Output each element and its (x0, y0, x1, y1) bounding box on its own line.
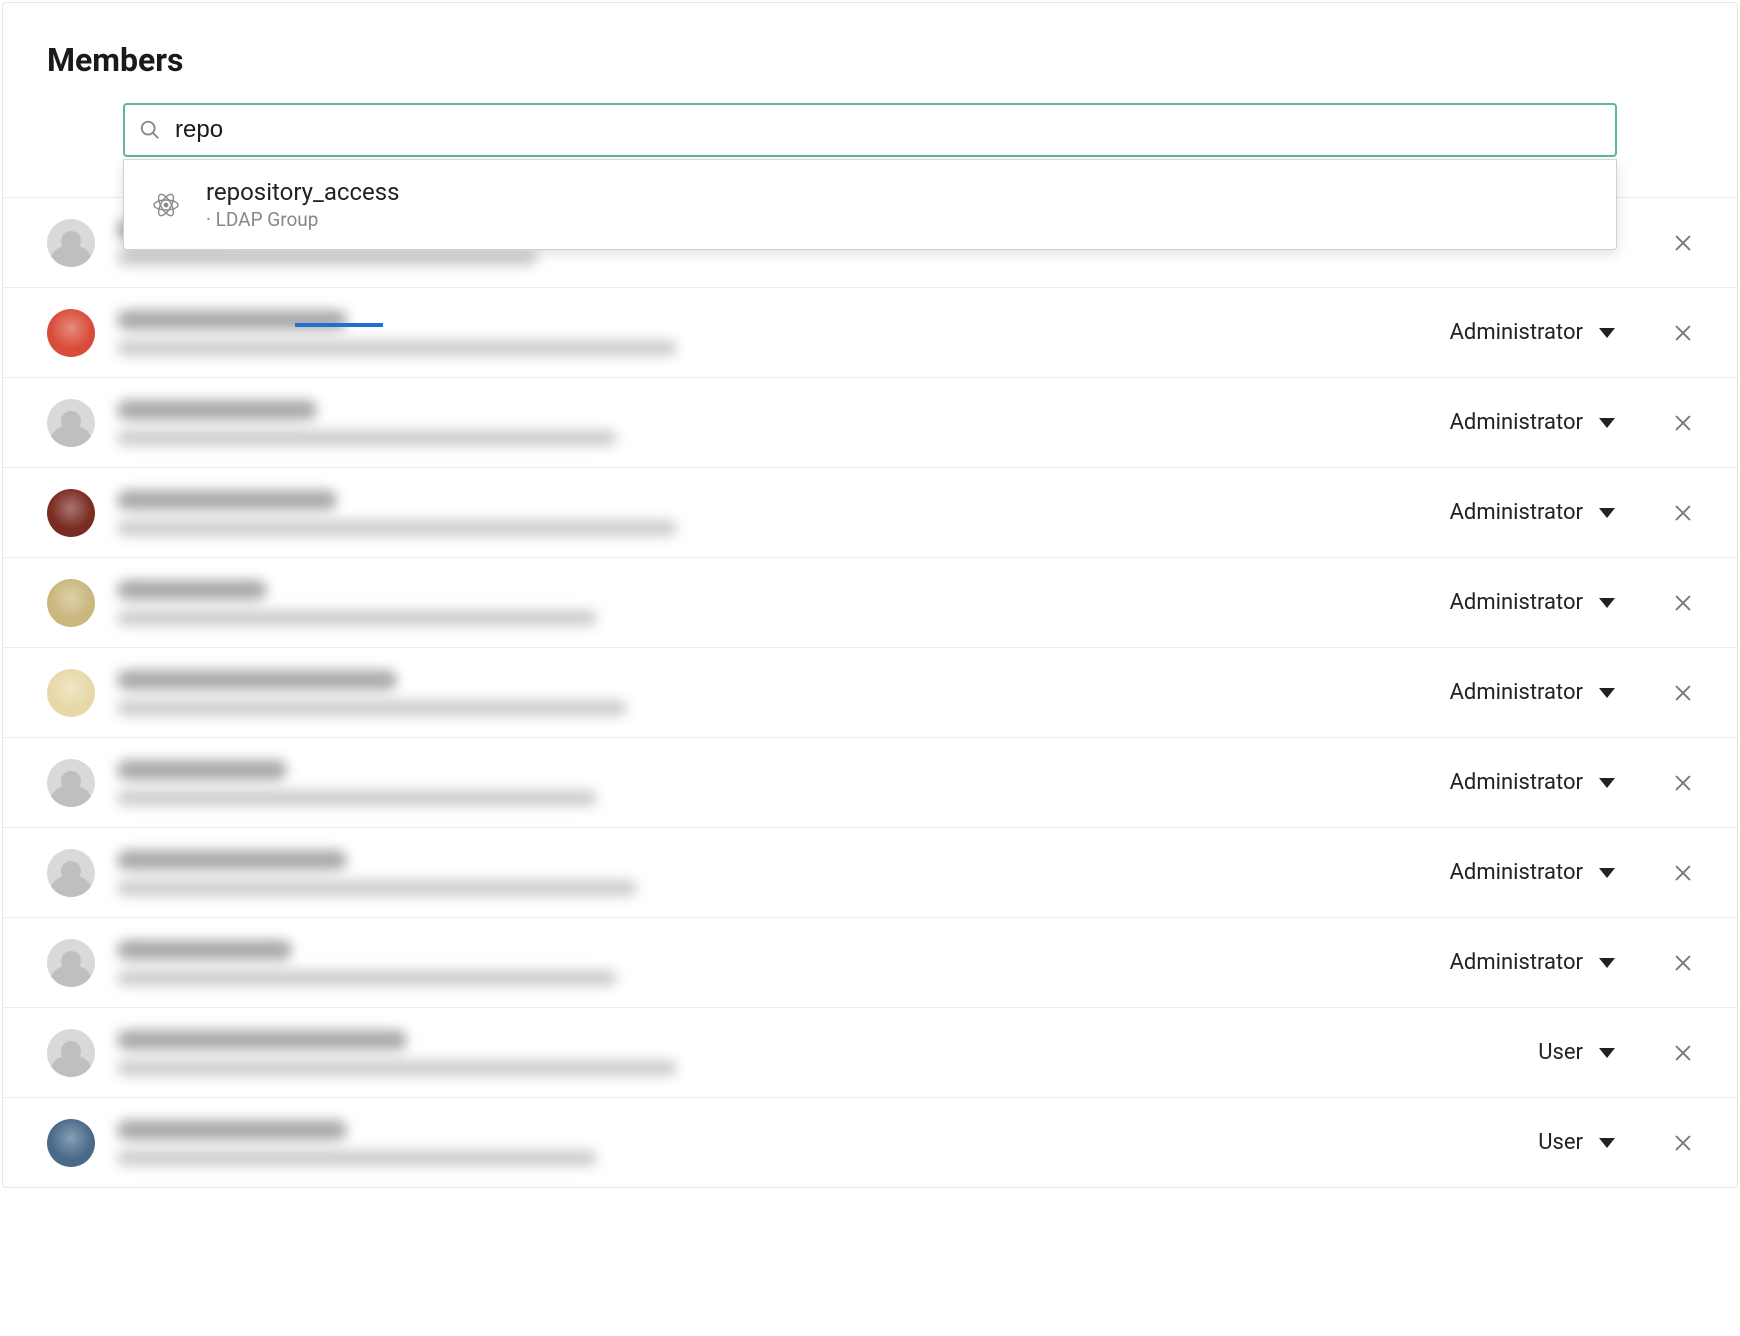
role-label: Administrator (1450, 320, 1583, 345)
role-label: Administrator (1450, 770, 1583, 795)
search-input-wrap[interactable] (123, 103, 1617, 157)
role-dropdown[interactable]: Administrator (1450, 320, 1615, 345)
close-icon (1672, 592, 1694, 614)
suggestion-item-repository-access[interactable]: repository_access · LDAP Group (124, 160, 1616, 249)
remove-member-button[interactable] (1669, 229, 1697, 257)
member-row: User (3, 1097, 1737, 1187)
role-dropdown[interactable]: Administrator (1450, 500, 1615, 525)
close-icon (1672, 1042, 1694, 1064)
member-row: Administrator (3, 917, 1737, 1007)
role-dropdown[interactable]: User (1538, 1040, 1615, 1065)
close-icon (1672, 952, 1694, 974)
member-info-blurred (117, 940, 1426, 986)
remove-member-button[interactable] (1669, 499, 1697, 527)
chevron-down-icon (1599, 1138, 1615, 1148)
remove-member-button[interactable] (1669, 1039, 1697, 1067)
close-icon (1672, 322, 1694, 344)
remove-member-button[interactable] (1669, 679, 1697, 707)
suggestion-text: repository_access · LDAP Group (206, 178, 400, 231)
avatar (47, 399, 95, 447)
remove-member-button[interactable] (1669, 1129, 1697, 1157)
role-dropdown[interactable]: Administrator (1450, 950, 1615, 975)
chevron-down-icon (1599, 778, 1615, 788)
avatar (47, 219, 95, 267)
close-icon (1672, 862, 1694, 884)
member-info-blurred (117, 580, 1426, 626)
remove-member-button[interactable] (1669, 859, 1697, 887)
role-label: Administrator (1450, 680, 1583, 705)
role-label: User (1538, 1130, 1583, 1155)
member-row: Administrator (3, 647, 1737, 737)
close-icon (1672, 412, 1694, 434)
remove-member-button[interactable] (1669, 589, 1697, 617)
atom-icon (148, 187, 184, 223)
chevron-down-icon (1599, 328, 1615, 338)
member-row: User (3, 1007, 1737, 1097)
remove-member-button[interactable] (1669, 409, 1697, 437)
close-icon (1672, 682, 1694, 704)
member-row: Administrator (3, 377, 1737, 467)
active-tab-indicator (295, 323, 383, 327)
member-info-blurred (117, 670, 1426, 716)
role-label: Administrator (1450, 860, 1583, 885)
chevron-down-icon (1599, 688, 1615, 698)
chevron-down-icon (1599, 598, 1615, 608)
avatar (47, 759, 95, 807)
member-info-blurred (117, 850, 1426, 896)
avatar (47, 669, 95, 717)
member-row: Administrator (3, 467, 1737, 557)
close-icon (1672, 1132, 1694, 1154)
member-row: Administrator (3, 827, 1737, 917)
remove-member-button[interactable] (1669, 769, 1697, 797)
role-label: User (1538, 1040, 1583, 1065)
avatar (47, 849, 95, 897)
role-dropdown[interactable]: User (1538, 1130, 1615, 1155)
member-info-blurred (117, 310, 1426, 356)
chevron-down-icon (1599, 868, 1615, 878)
search-icon (139, 119, 161, 141)
role-dropdown[interactable]: Administrator (1450, 860, 1615, 885)
role-dropdown[interactable]: Administrator (1450, 590, 1615, 615)
role-dropdown[interactable]: Administrator (1450, 770, 1615, 795)
page-title: Members (3, 3, 1737, 103)
member-row: Administrator (3, 287, 1737, 377)
suggestion-title: repository_access (206, 178, 400, 206)
avatar (47, 1119, 95, 1167)
role-dropdown[interactable]: Administrator (1450, 680, 1615, 705)
avatar (47, 939, 95, 987)
close-icon (1672, 502, 1694, 524)
chevron-down-icon (1599, 1048, 1615, 1058)
close-icon (1672, 772, 1694, 794)
search-box (123, 103, 1617, 157)
member-info-blurred (117, 1120, 1514, 1166)
role-dropdown[interactable]: Administrator (1450, 410, 1615, 435)
role-label: Administrator (1450, 950, 1583, 975)
member-info-blurred (117, 760, 1426, 806)
role-label: Administrator (1450, 500, 1583, 525)
close-icon (1672, 232, 1694, 254)
avatar (47, 309, 95, 357)
member-info-blurred (117, 1030, 1514, 1076)
search-suggestions-dropdown: repository_access · LDAP Group (123, 159, 1617, 250)
member-row: Administrator (3, 557, 1737, 647)
members-panel: Members (2, 2, 1738, 1188)
chevron-down-icon (1599, 958, 1615, 968)
suggestion-subtitle: · LDAP Group (206, 208, 400, 231)
chevron-down-icon (1599, 508, 1615, 518)
member-row: Administrator (3, 737, 1737, 827)
search-input[interactable] (175, 116, 1601, 144)
role-label: Administrator (1450, 410, 1583, 435)
role-label: Administrator (1450, 590, 1583, 615)
remove-member-button[interactable] (1669, 319, 1697, 347)
avatar (47, 579, 95, 627)
chevron-down-icon (1599, 418, 1615, 428)
members-list: User Administrator Administrator Administra… (3, 197, 1737, 1187)
avatar (47, 1029, 95, 1077)
avatar (47, 489, 95, 537)
member-info-blurred (117, 490, 1426, 536)
search-area: repository_access · LDAP Group (3, 103, 1737, 197)
member-info-blurred (117, 400, 1426, 446)
remove-member-button[interactable] (1669, 949, 1697, 977)
